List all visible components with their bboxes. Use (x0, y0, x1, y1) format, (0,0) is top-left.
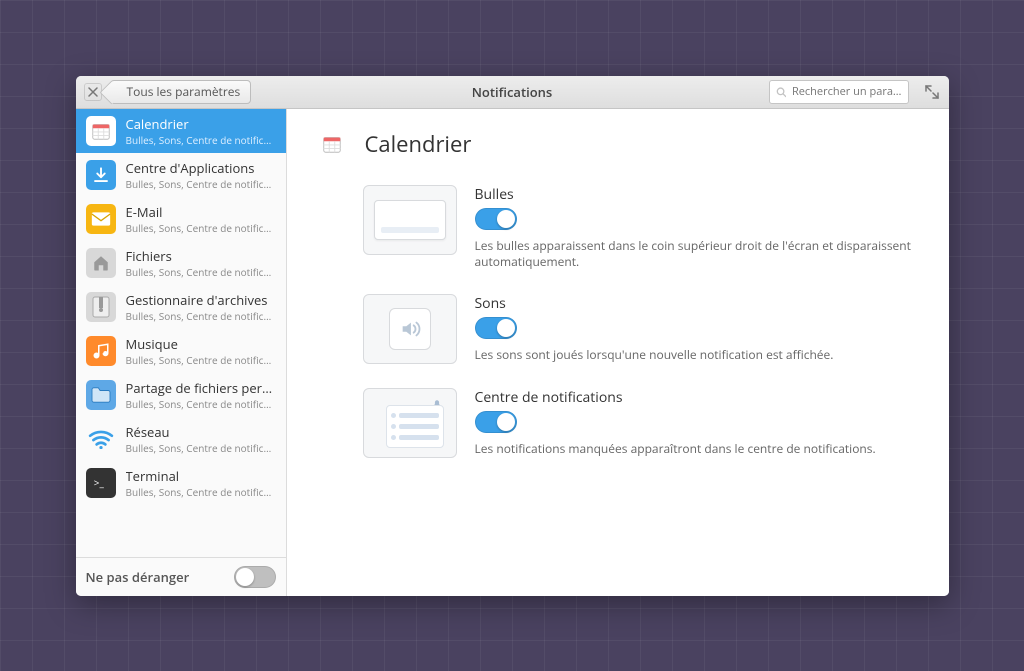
notification-center-preview (363, 388, 457, 458)
setting-bubbles: Bulles Les bulles apparaissent dans le c… (363, 185, 921, 270)
download-icon (86, 160, 116, 190)
settings-window: Tous les paramètres Notifications Calend… (76, 76, 949, 596)
maximize-button[interactable] (923, 83, 941, 101)
sidebar-item-title: Partage de fichiers perso… (126, 379, 276, 397)
sidebar-item-title: Terminal (126, 467, 276, 485)
setting-description: Les sons sont joués lorsqu'une nouvelle … (475, 347, 921, 363)
titlebar: Tous les paramètres Notifications (76, 76, 949, 109)
setting-title: Centre de notifications (475, 388, 921, 407)
sounds-toggle[interactable] (475, 317, 517, 339)
sidebar-item-home[interactable]: Fichiers Bulles, Sons, Centre de notific… (76, 241, 286, 285)
window-body: Calendrier Bulles, Sons, Centre de notif… (76, 109, 949, 596)
close-icon (88, 87, 98, 97)
app-list: Calendrier Bulles, Sons, Centre de notif… (76, 109, 286, 557)
home-icon (86, 248, 116, 278)
do-not-disturb-row: Ne pas déranger (76, 557, 286, 596)
calendar-icon (86, 116, 116, 146)
setting-sounds: Sons Les sons sont joués lorsqu'une nouv… (363, 294, 921, 364)
settings-list: Bulles Les bulles apparaissent dans le c… (315, 185, 921, 458)
sidebar-item-title: E-Mail (126, 203, 276, 221)
sidebar-item-title: Calendrier (126, 115, 276, 133)
sidebar-item-music[interactable]: Musique Bulles, Sons, Centre de notifica… (76, 329, 286, 373)
wifi-icon (86, 424, 116, 454)
main-header: Calendrier (315, 127, 921, 161)
bubbles-toggle[interactable] (475, 208, 517, 230)
zip-icon (86, 292, 116, 322)
sidebar-item-title: Musique (126, 335, 276, 353)
setting-title: Sons (475, 294, 921, 313)
sidebar-item-sub: Bulles, Sons, Centre de notifications (126, 177, 276, 191)
sidebar-item-title: Centre d'Applications (126, 159, 276, 177)
search-icon (776, 86, 786, 98)
sidebar-item-sub: Bulles, Sons, Centre de notifications (126, 353, 276, 367)
maximize-icon (925, 85, 939, 99)
sidebar-item-download[interactable]: Centre d'Applications Bulles, Sons, Cent… (76, 153, 286, 197)
music-icon (86, 336, 116, 366)
sidebar-item-sub: Bulles, Sons, Centre de notifications (126, 309, 276, 323)
setting-description: Les bulles apparaissent dans le coin sup… (475, 238, 921, 270)
sidebar-item-terminal[interactable]: >_ Terminal Bulles, Sons, Centre de noti… (76, 461, 286, 505)
folder-icon (86, 380, 116, 410)
do-not-disturb-toggle[interactable] (234, 566, 276, 588)
calendar-icon (315, 127, 349, 161)
sidebar-item-wifi[interactable]: Réseau Bulles, Sons, Centre de notificat… (76, 417, 286, 461)
sidebar-item-sub: Bulles, Sons, Centre de notifications (126, 265, 276, 279)
sidebar-item-zip[interactable]: Gestionnaire d'archives Bulles, Sons, Ce… (76, 285, 286, 329)
sidebar-item-calendar[interactable]: Calendrier Bulles, Sons, Centre de notif… (76, 109, 286, 153)
sidebar-item-title: Gestionnaire d'archives (126, 291, 276, 309)
setting-notification-center: Centre de notifications Les notification… (363, 388, 921, 458)
sidebar-item-sub: Bulles, Sons, Centre de notifications (126, 485, 276, 499)
mail-icon (86, 204, 116, 234)
bubbles-preview (363, 185, 457, 255)
sidebar-item-mail[interactable]: E-Mail Bulles, Sons, Centre de notificat… (76, 197, 286, 241)
svg-text:>_: >_ (93, 476, 104, 490)
breadcrumb-all-settings[interactable]: Tous les paramètres (110, 80, 252, 104)
terminal-icon: >_ (86, 468, 116, 498)
search-input-wrapper[interactable] (769, 80, 909, 104)
setting-title: Bulles (475, 185, 921, 204)
setting-description: Les notifications manquées apparaîtront … (475, 441, 921, 457)
page-title: Calendrier (365, 129, 472, 159)
sidebar: Calendrier Bulles, Sons, Centre de notif… (76, 109, 287, 596)
notification-center-toggle[interactable] (475, 411, 517, 433)
search-input[interactable] (792, 84, 902, 99)
breadcrumb-label: Tous les paramètres (127, 83, 241, 100)
sidebar-item-sub: Bulles, Sons, Centre de notifications (126, 133, 276, 147)
sidebar-item-title: Réseau (126, 423, 276, 441)
close-button[interactable] (84, 83, 102, 101)
sidebar-item-sub: Bulles, Sons, Centre de notifications (126, 397, 276, 411)
sidebar-item-sub: Bulles, Sons, Centre de notifications (126, 221, 276, 235)
sidebar-item-folder[interactable]: Partage de fichiers perso… Bulles, Sons,… (76, 373, 286, 417)
sidebar-item-title: Fichiers (126, 247, 276, 265)
do-not-disturb-label: Ne pas déranger (86, 568, 190, 586)
sidebar-item-sub: Bulles, Sons, Centre de notifications (126, 441, 276, 455)
main-panel: Calendrier Bulles Les bulles apparaissen… (287, 109, 949, 596)
sounds-preview (363, 294, 457, 364)
